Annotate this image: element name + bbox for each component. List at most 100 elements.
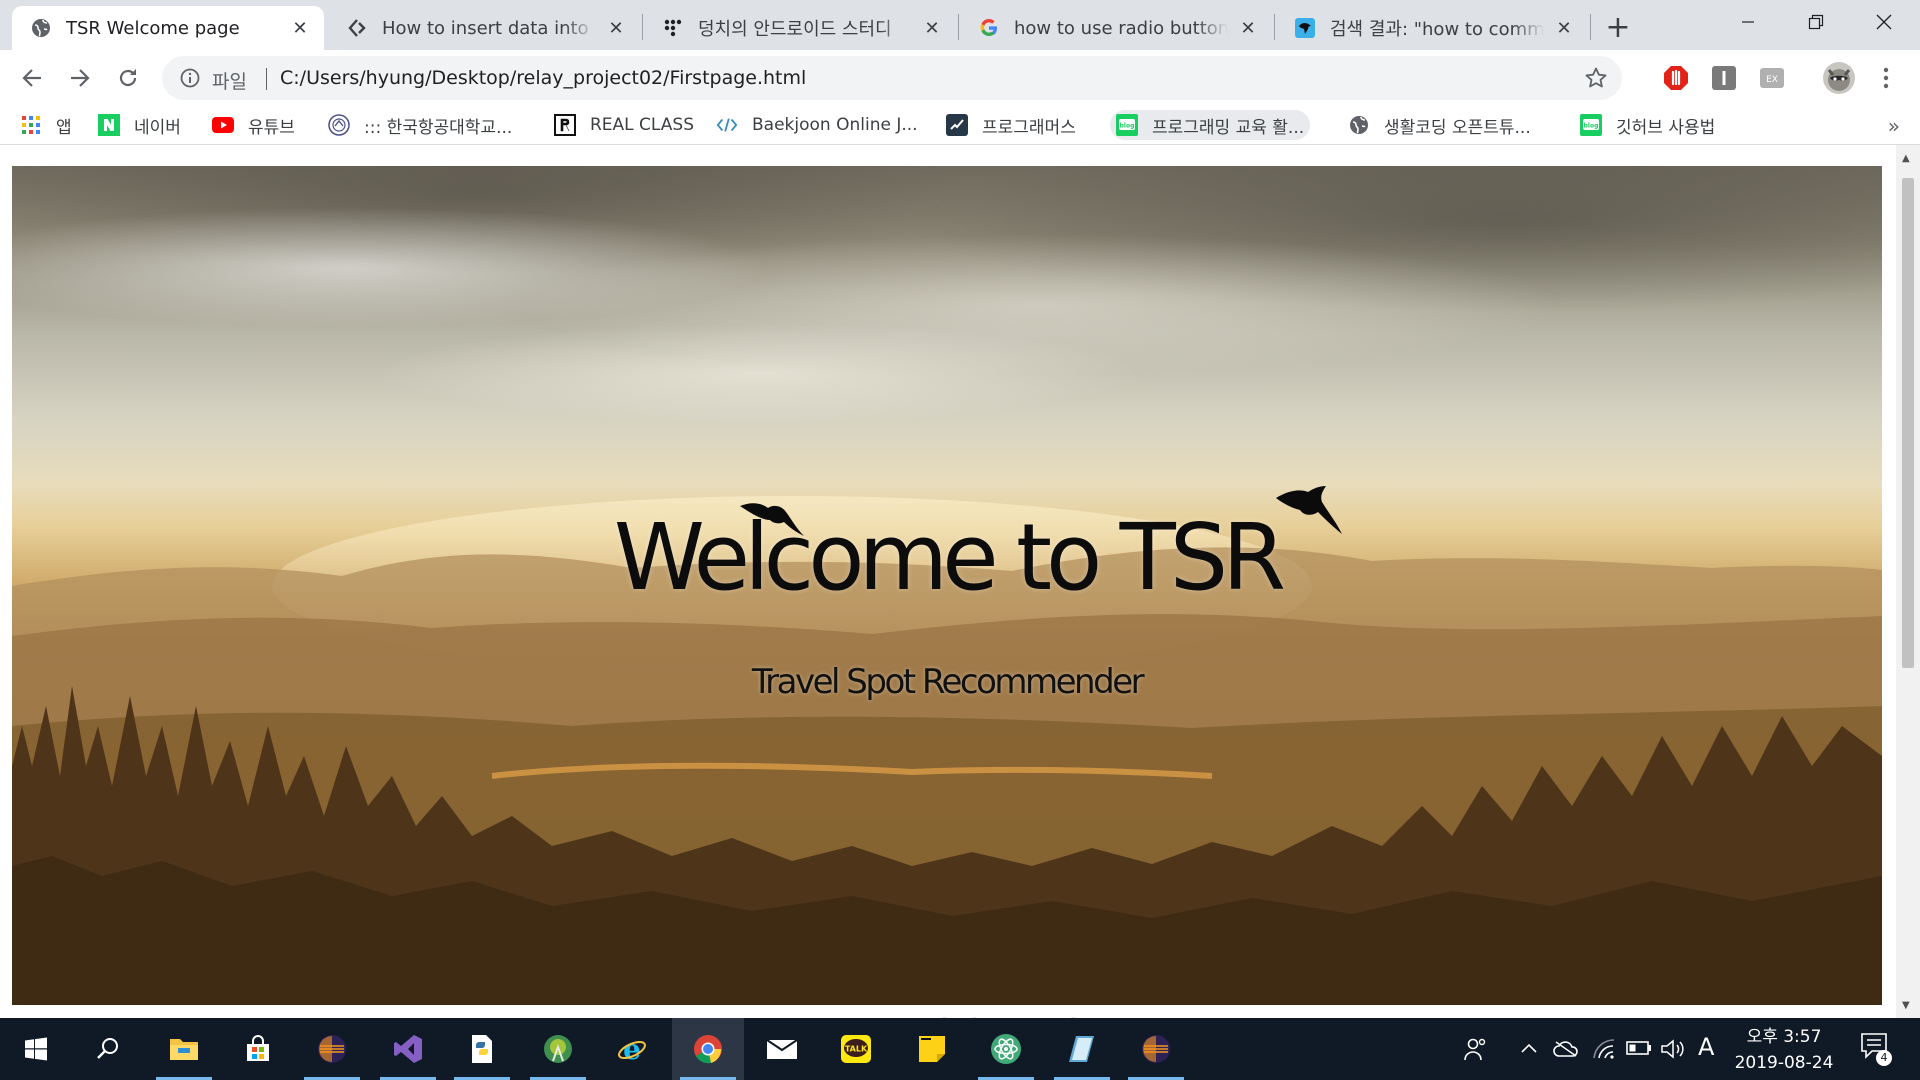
bookmark-programming-edu[interactable]: blog 프로그래밍 교육 활... — [1110, 110, 1311, 140]
taskbar-store[interactable] — [222, 1018, 294, 1080]
bookmark-apps[interactable]: 앱 — [14, 110, 78, 140]
tab-separator — [958, 14, 959, 40]
more-vert-icon — [1883, 67, 1889, 89]
taskbar-internet-explorer[interactable]: e — [596, 1018, 668, 1080]
page-scrollbar[interactable]: ▲ ▼ — [1896, 145, 1920, 1018]
action-center-button[interactable]: 4 — [1860, 1032, 1896, 1068]
start-button[interactable] — [0, 1018, 72, 1080]
dots-icon — [662, 17, 684, 39]
address-url[interactable]: C:/Users/hyung/Desktop/relay_project02/F… — [280, 67, 806, 89]
bookmark-github-guide[interactable]: blog 깃허브 사용법 — [1574, 110, 1721, 140]
people-icon[interactable] — [1462, 1036, 1488, 1062]
minimize-icon — [1742, 21, 1754, 23]
taskbar-sticky-notes[interactable] — [896, 1018, 968, 1080]
chevron-up-icon[interactable] — [1520, 1042, 1538, 1054]
reload-button[interactable] — [110, 60, 146, 96]
bookmark-label: ::: 한국항공대학교... — [364, 117, 513, 138]
address-bar[interactable]: 파일 C:/Users/hyung/Desktop/relay_project0… — [162, 56, 1622, 100]
tab-title: 검색 결과: "how to commu — [1330, 19, 1544, 40]
info-icon[interactable] — [180, 68, 200, 88]
bookmark-kau[interactable]: ::: 한국항공대학교... — [322, 110, 518, 140]
taskbar-atom[interactable] — [970, 1018, 1042, 1080]
bird-icon — [1294, 17, 1316, 39]
taskbar-kakaotalk[interactable]: TALK — [820, 1018, 892, 1080]
taskbar-python[interactable] — [446, 1018, 518, 1080]
close-icon[interactable]: ✕ — [604, 16, 628, 40]
tab-separator — [1590, 14, 1591, 40]
bookmarks-overflow-button[interactable]: » — [1888, 114, 1900, 138]
scroll-thumb[interactable] — [1902, 178, 1914, 668]
bookmark-programmers[interactable]: 프로그래머스 — [940, 110, 1082, 140]
close-icon[interactable]: ✕ — [288, 16, 312, 40]
realclass-icon — [554, 114, 576, 136]
forward-button[interactable] — [62, 60, 98, 96]
bookmarks-bar: 앱 네이버 유튜브 ::: 한국항공대학교... REAL CLASS Baek… — [0, 106, 1920, 145]
bookmark-baekjoon[interactable]: Baekjoon Online J... — [710, 110, 924, 140]
profile-avatar[interactable] — [1823, 62, 1855, 94]
tab-android-study[interactable]: 덩치의 안드로이드 스터디 ✕ — [644, 6, 956, 50]
close-icon[interactable]: ✕ — [1236, 16, 1260, 40]
hero-banner: Welcome to TSR Travel Spot Recommender — [12, 166, 1882, 1005]
taskbar-chrome[interactable] — [672, 1018, 744, 1080]
onedrive-icon[interactable] — [1552, 1040, 1580, 1058]
volume-icon[interactable] — [1660, 1038, 1686, 1060]
browser-menu-button[interactable] — [1876, 64, 1896, 92]
taskbar-visual-studio[interactable] — [372, 1018, 444, 1080]
tab-tsr-welcome[interactable]: TSR Welcome page ✕ — [12, 6, 324, 50]
bookmark-label: 네이버 — [134, 117, 181, 138]
page-viewport: Welcome to TSR Travel Spot Recommender •… — [0, 145, 1920, 1018]
svg-text:TALK: TALK — [845, 1045, 868, 1054]
search-button[interactable] — [72, 1018, 144, 1080]
close-window-button[interactable] — [1850, 0, 1918, 44]
close-icon[interactable]: ✕ — [920, 16, 944, 40]
taskbar-notepad[interactable] — [1046, 1018, 1118, 1080]
scroll-down-icon[interactable]: ▼ — [1902, 1000, 1910, 1011]
notepad-icon — [1069, 1036, 1094, 1062]
tab-search-results[interactable]: 검색 결과: "how to commu ✕ — [1276, 6, 1588, 50]
university-seal-icon — [328, 114, 350, 136]
taskbar-eclipse-2[interactable] — [1120, 1018, 1192, 1080]
svg-text:blog: blog — [1120, 123, 1135, 130]
bookmark-label: 깃허브 사용법 — [1616, 117, 1716, 138]
hero-subtitle: Travel Spot Recommender — [751, 662, 1145, 702]
minimize-button[interactable] — [1714, 0, 1782, 44]
notification-count-badge: 4 — [1876, 1050, 1892, 1066]
extension-ex-icon[interactable]: EX — [1759, 65, 1785, 91]
sticky-notes-icon — [919, 1036, 945, 1062]
blog-icon: blog — [1580, 114, 1602, 136]
google-icon — [978, 17, 1000, 39]
taskbar-file-explorer[interactable] — [148, 1018, 220, 1080]
chrome-icon — [694, 1035, 722, 1064]
close-icon[interactable]: ✕ — [1552, 16, 1576, 40]
address-scheme-label: 파일 — [212, 71, 247, 93]
bookmark-realclass[interactable]: REAL CLASS — [548, 110, 700, 140]
scroll-up-icon[interactable]: ▲ — [1902, 153, 1910, 164]
raccoon-avatar-icon — [1827, 69, 1851, 91]
new-tab-button[interactable]: + — [1601, 10, 1635, 45]
file-explorer-icon — [170, 1039, 198, 1060]
globe-icon — [1348, 114, 1370, 136]
mail-icon — [766, 1039, 798, 1059]
eclipse-icon — [1142, 1035, 1170, 1063]
ime-indicator[interactable]: A — [1698, 1033, 1714, 1061]
svg-text:blog: blog — [1584, 123, 1599, 130]
bookmark-opentutorials[interactable]: 생활코딩 오픈트튜... — [1342, 110, 1537, 140]
forward-arrow-icon — [71, 69, 90, 87]
taskbar-mail[interactable] — [746, 1018, 818, 1080]
back-button[interactable] — [14, 60, 50, 96]
bookmark-naver[interactable]: 네이버 — [92, 110, 187, 140]
taskbar-clock[interactable]: 오후 3:57 2019-08-24 — [1724, 1024, 1844, 1076]
bookmark-youtube[interactable]: 유튜브 — [206, 110, 301, 140]
hero-title: Welcome to TSR — [613, 504, 1286, 611]
wifi-icon[interactable] — [1592, 1038, 1616, 1060]
taskbar-eclipse[interactable] — [296, 1018, 368, 1080]
battery-icon[interactable] — [1626, 1040, 1652, 1056]
bookmark-star-icon[interactable] — [1584, 66, 1608, 90]
restore-button[interactable] — [1782, 0, 1850, 44]
extension-i-icon[interactable] — [1711, 65, 1737, 91]
adblock-extension-icon[interactable] — [1663, 65, 1689, 91]
tab-radio-button[interactable]: how to use radio button v ✕ — [960, 6, 1272, 50]
youtube-icon — [212, 114, 234, 136]
tab-insert-data[interactable]: How to insert data into a ✕ — [328, 6, 640, 50]
taskbar-android-studio[interactable] — [522, 1018, 594, 1080]
